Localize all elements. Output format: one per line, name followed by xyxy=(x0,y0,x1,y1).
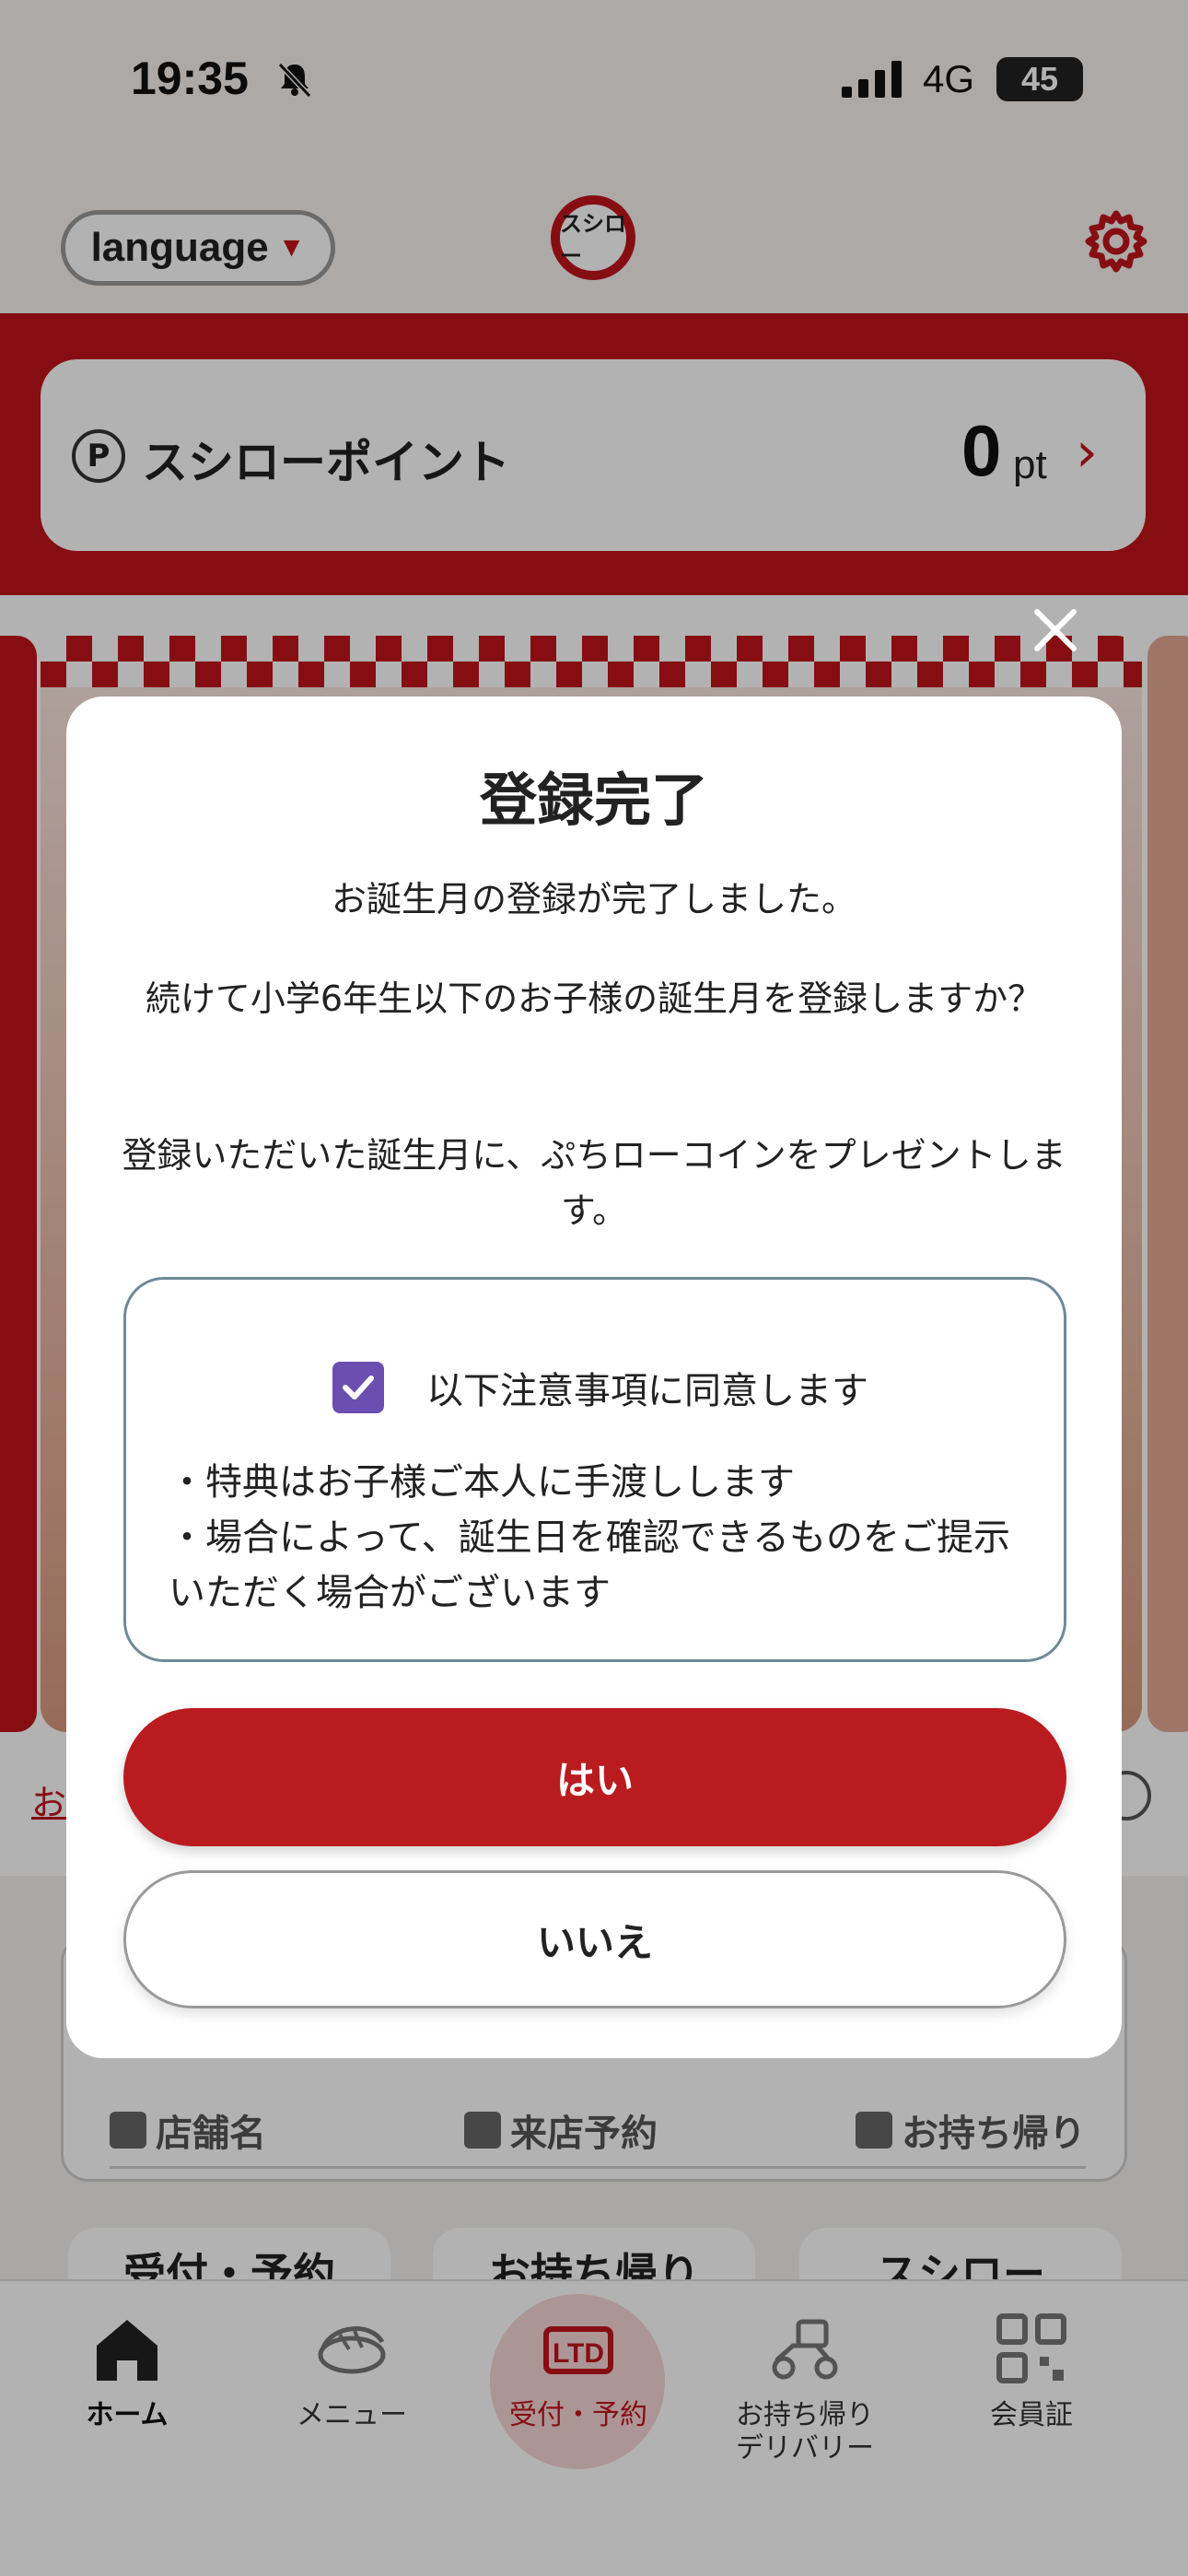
notice-line: ・特典はお子様ご本人に手渡しします xyxy=(169,1461,795,1504)
agree-checkbox[interactable] xyxy=(332,1362,384,1413)
checkmark-icon xyxy=(343,1376,374,1399)
notice-text: ・特典はお子様ご本人に手渡しします ・場合によって、誕生日を確認できるものをご提… xyxy=(169,1455,1034,1621)
agree-label: 以下注意事項に同意します xyxy=(426,1370,868,1412)
dialog-message-complete: お誕生月の登録が完了しました。 xyxy=(331,879,856,919)
no-button[interactable]: いいえ xyxy=(123,1870,1066,2008)
dialog-message-child-question: 続けて小学6年生以下のお子様の誕生月を登録しますか？ xyxy=(145,978,1043,1019)
dialog-message-coin-gift: 登録いただいた誕生月に、ぷちローコインをプレゼントします。 xyxy=(122,1135,1066,1231)
close-icon[interactable] xyxy=(1030,604,1081,656)
dialog-title: 登録完了 xyxy=(479,767,708,834)
yes-button[interactable]: はい xyxy=(123,1708,1066,1846)
notice-box: 以下注意事項に同意します ・特典はお子様ご本人に手渡しします ・場合によって、誕… xyxy=(123,1277,1066,1662)
notice-line: ・場合によって、誕生日を確認できるものをご提示いただく場合がございます xyxy=(169,1516,1010,1614)
agree-row[interactable]: 以下注意事項に同意します xyxy=(332,1361,868,1414)
registration-complete-dialog: 登録完了 お誕生月の登録が完了しました。 続けて小学6年生以下のお子様の誕生月を… xyxy=(66,697,1122,2058)
